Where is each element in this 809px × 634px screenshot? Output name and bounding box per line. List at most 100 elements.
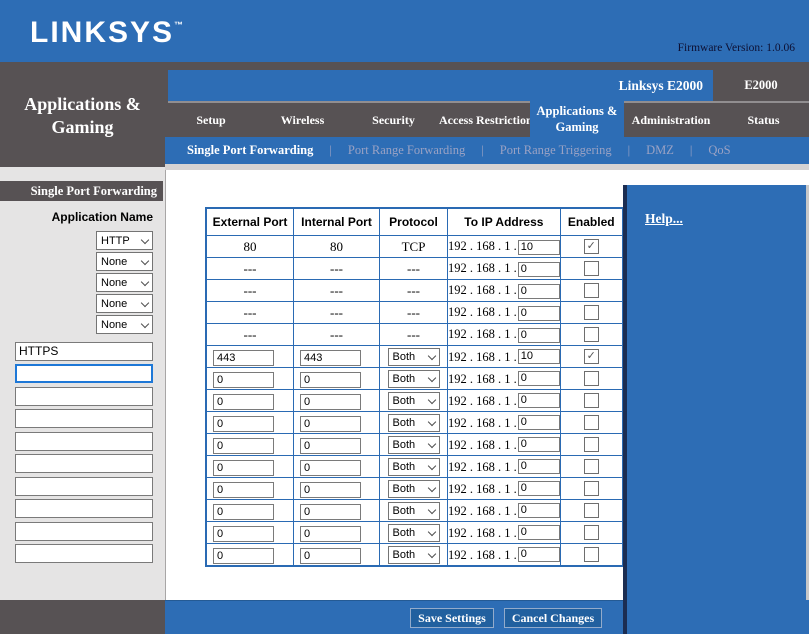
help-link[interactable]: Help... [645, 211, 683, 227]
subnav-item-port-range-triggering[interactable]: Port Range Triggering [500, 143, 612, 158]
application-name-input-6[interactable] [15, 477, 153, 496]
application-name-input-0[interactable] [15, 342, 153, 361]
application-name-input-4[interactable] [15, 432, 153, 451]
enabled-checkbox[interactable]: ✓ [584, 239, 599, 254]
protocol-select[interactable]: Both [388, 458, 440, 476]
internal-port-input[interactable] [300, 460, 361, 476]
application-name-input-7[interactable] [15, 499, 153, 518]
ip-last-octet-input[interactable] [518, 240, 560, 255]
external-port-input[interactable] [213, 548, 274, 564]
application-name-input-9[interactable] [15, 544, 153, 563]
subnav-item-qos[interactable]: QoS [708, 143, 730, 158]
protocol-select[interactable]: Both [388, 392, 440, 410]
external-port-input[interactable] [213, 438, 274, 454]
external-port-input[interactable] [213, 372, 274, 388]
application-select-2[interactable]: None [96, 273, 153, 292]
internal-port-input[interactable] [300, 350, 361, 366]
enabled-checkbox[interactable] [584, 415, 599, 430]
tab-administration[interactable]: Administration [624, 103, 718, 137]
enabled-checkbox[interactable] [584, 459, 599, 474]
column-header-protocol: Protocol [380, 208, 448, 236]
internal-port-input[interactable] [300, 504, 361, 520]
ip-last-octet-input[interactable] [518, 503, 560, 518]
enabled-checkbox[interactable] [584, 503, 599, 518]
application-name-input-1[interactable] [15, 364, 153, 383]
application-name-input-5[interactable] [15, 454, 153, 473]
tab-status[interactable]: Status [718, 103, 809, 137]
enabled-checkbox[interactable] [584, 437, 599, 452]
ip-last-octet-input[interactable] [518, 393, 560, 408]
application-select-3[interactable]: None [96, 294, 153, 313]
save-settings-button[interactable]: Save Settings [410, 608, 494, 628]
application-name-input-2[interactable] [15, 387, 153, 406]
protocol-select[interactable]: Both [388, 502, 440, 520]
enabled-checkbox[interactable] [584, 261, 599, 276]
enabled-checkbox[interactable] [584, 547, 599, 562]
protocol-select[interactable]: Both [388, 524, 440, 542]
subnav-item-dmz[interactable]: DMZ [646, 143, 674, 158]
protocol-select[interactable]: Both [388, 414, 440, 432]
tab-setup[interactable]: Setup [165, 103, 257, 137]
external-port-input[interactable] [213, 416, 274, 432]
enabled-checkbox[interactable] [584, 305, 599, 320]
cancel-changes-button[interactable]: Cancel Changes [504, 608, 602, 628]
enabled-checkbox[interactable] [584, 327, 599, 342]
external-port-input[interactable] [213, 504, 274, 520]
enabled-checkbox[interactable] [584, 481, 599, 496]
tab-security[interactable]: Security [348, 103, 439, 137]
tab-access-restrictions[interactable]: Access Restrictions [439, 103, 530, 137]
protocol-select[interactable]: Both [388, 436, 440, 454]
external-port-input[interactable] [213, 526, 274, 542]
protocol-select[interactable]: Both [388, 546, 440, 564]
select-value: None [101, 277, 127, 289]
enabled-checkbox[interactable] [584, 283, 599, 298]
internal-port-input[interactable] [300, 482, 361, 498]
application-name-input-8[interactable] [15, 522, 153, 541]
ip-last-octet-input[interactable] [518, 525, 560, 540]
tab-wireless[interactable]: Wireless [257, 103, 348, 137]
application-inputs [15, 338, 153, 563]
external-port-cell: --- [206, 302, 294, 324]
subnav-item-port-range-forwarding[interactable]: Port Range Forwarding [348, 143, 465, 158]
ip-last-octet-input[interactable] [518, 349, 560, 364]
protocol-select[interactable]: Both [388, 480, 440, 498]
ip-last-octet-input[interactable] [518, 437, 560, 452]
ip-last-octet-input[interactable] [518, 262, 560, 277]
ip-last-octet-input[interactable] [518, 459, 560, 474]
ip-last-octet-input[interactable] [518, 284, 560, 299]
internal-port-input[interactable] [300, 438, 361, 454]
ip-last-octet-input[interactable] [518, 306, 560, 321]
application-select-4[interactable]: None [96, 315, 153, 334]
internal-port-input[interactable] [300, 548, 361, 564]
enabled-checkbox[interactable] [584, 371, 599, 386]
protocol-select[interactable]: Both [388, 348, 440, 366]
internal-port-cell [294, 522, 380, 544]
tab-applications-gaming[interactable]: Applications & Gaming [530, 100, 624, 137]
application-name-input-3[interactable] [15, 409, 153, 428]
tab-bar: SetupWirelessSecurityAccess Restrictions… [165, 103, 809, 137]
ip-last-octet-input[interactable] [518, 415, 560, 430]
ip-last-octet-input[interactable] [518, 371, 560, 386]
table-row: Both192 . 168 . 1 . [206, 544, 623, 567]
enabled-checkbox[interactable]: ✓ [584, 349, 599, 364]
internal-port-input[interactable] [300, 394, 361, 410]
internal-port-input[interactable] [300, 372, 361, 388]
ip-last-octet-input[interactable] [518, 481, 560, 496]
application-select-1[interactable]: None [96, 252, 153, 271]
enabled-cell [560, 456, 623, 478]
external-port-input[interactable] [213, 482, 274, 498]
protocol-select[interactable]: Both [388, 370, 440, 388]
external-port-input[interactable] [213, 460, 274, 476]
enabled-checkbox[interactable] [584, 525, 599, 540]
ip-last-octet-input[interactable] [518, 328, 560, 343]
ip-last-octet-input[interactable] [518, 547, 560, 562]
enabled-cell [560, 522, 623, 544]
protocol-cell: Both [380, 434, 448, 456]
external-port-input[interactable] [213, 350, 274, 366]
internal-port-input[interactable] [300, 526, 361, 542]
enabled-checkbox[interactable] [584, 393, 599, 408]
external-port-input[interactable] [213, 394, 274, 410]
subnav-item-single-port-forwarding[interactable]: Single Port Forwarding [187, 143, 313, 158]
application-select-0[interactable]: HTTP [96, 231, 153, 250]
internal-port-input[interactable] [300, 416, 361, 432]
